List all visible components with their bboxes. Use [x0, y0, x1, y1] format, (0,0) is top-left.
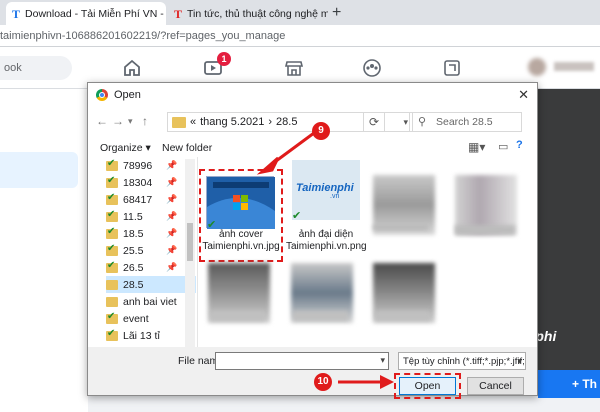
step-10-marker: 10 — [314, 373, 332, 391]
step-9-marker: 9 — [312, 122, 330, 140]
annotation-arrows — [256, 131, 394, 389]
arrow-head-icon — [256, 156, 280, 175]
arrow-head-icon — [380, 375, 394, 389]
